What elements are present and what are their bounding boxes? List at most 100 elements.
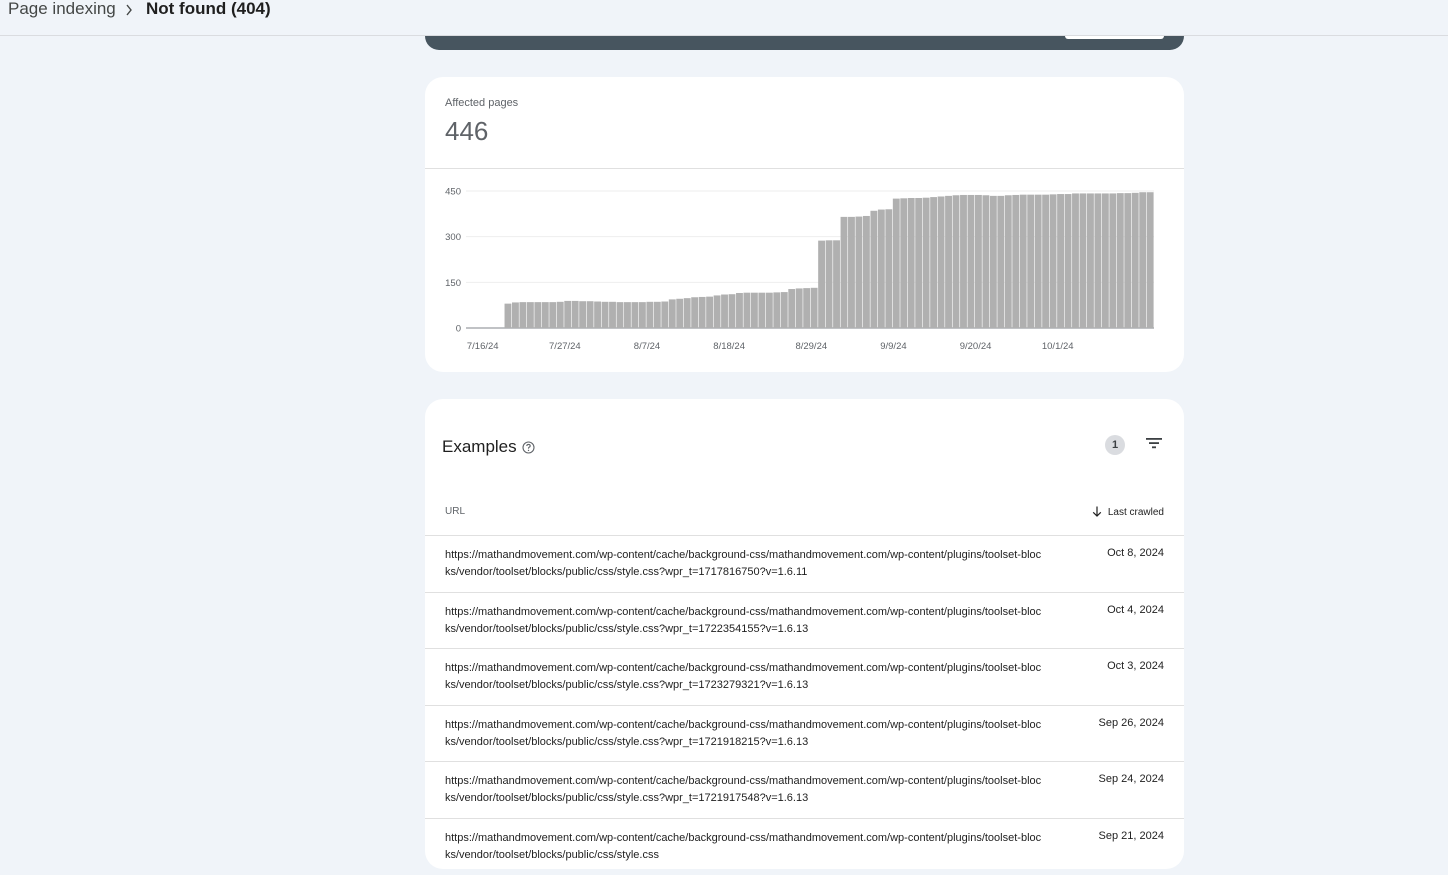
chart-bar — [907, 198, 915, 328]
chart-bar — [795, 288, 803, 328]
chart-bar — [519, 302, 527, 328]
chart-bar — [1019, 194, 1027, 328]
chart-bar — [1124, 193, 1132, 328]
chart-bar — [1109, 193, 1117, 328]
chart-bar — [624, 302, 631, 328]
chart-bar — [1057, 194, 1064, 328]
chart-bar — [616, 302, 624, 328]
chart-bar — [564, 300, 572, 328]
filter-icon[interactable] — [1145, 435, 1163, 451]
chart-bar — [780, 292, 788, 328]
chart-bar — [900, 198, 908, 328]
chart-bar — [541, 302, 549, 328]
x-tick-label: 7/27/24 — [549, 341, 581, 352]
row-last-crawled: Sep 24, 2024 — [1098, 773, 1164, 786]
chart-bar — [661, 301, 669, 328]
table-row[interactable]: https://mathandmovement.com/wp-content/c… — [425, 704, 1184, 762]
chart-bar — [534, 302, 542, 328]
chart-bar — [1042, 194, 1050, 328]
table-row[interactable]: https://mathandmovement.com/wp-content/c… — [425, 591, 1184, 649]
chart-bar — [840, 216, 848, 328]
column-header-last-crawled[interactable]: Last crawled — [1092, 506, 1164, 518]
row-last-crawled: Oct 4, 2024 — [1107, 603, 1164, 616]
chart-bar — [706, 296, 714, 328]
chart-bar — [773, 292, 781, 328]
chart-bar — [877, 209, 885, 328]
chart-bar — [892, 198, 900, 328]
row-url: https://mathandmovement.com/wp-content/c… — [445, 549, 1042, 578]
chart-bar — [646, 301, 654, 328]
chart-bar — [571, 300, 579, 328]
chart-bar — [974, 194, 982, 328]
chart-bar — [930, 197, 938, 328]
chart-bar — [601, 301, 609, 328]
examples-card: Examples 1 URL Last crawled https://math… — [425, 399, 1184, 869]
arrow-down-icon — [1092, 506, 1102, 517]
chart-bar — [1004, 195, 1012, 328]
chart-bar — [683, 298, 691, 328]
row-last-crawled: Oct 8, 2024 — [1107, 547, 1164, 559]
page-title: Not found (404) — [146, 0, 271, 18]
examples-table: https://mathandmovement.com/wp-content/c… — [425, 535, 1184, 875]
affected-pages-card: Affected pages 446 0 150 300 450 7/16/24 7/27… — [425, 77, 1184, 372]
chart-bar — [631, 302, 639, 328]
chart-bar — [1094, 193, 1102, 328]
row-last-crawled: Sep 21, 2024 — [1098, 829, 1164, 842]
breadcrumb-page-indexing-link[interactable]: Page indexing — [8, 0, 116, 19]
table-row[interactable]: https://mathandmovement.com/wp-content/c… — [425, 535, 1184, 592]
row-url: https://mathandmovement.com/wp-content/c… — [445, 605, 1042, 635]
last-crawled-label: Last crawled — [1107, 507, 1164, 518]
chart-bar — [1086, 193, 1094, 328]
chart-bar — [676, 298, 684, 328]
chart-bar — [668, 299, 676, 328]
chart-bar — [526, 302, 534, 328]
chart-bar — [743, 292, 751, 328]
chart-bar — [945, 195, 952, 328]
chart-bar — [750, 292, 758, 328]
x-tick-label: 8/18/24 — [713, 341, 745, 352]
chart-bar — [549, 302, 557, 328]
row-last-crawled: Oct 3, 2024 — [1107, 660, 1164, 673]
chart-bar — [885, 209, 893, 328]
chart-bar — [1027, 194, 1035, 328]
chart-bar — [1139, 192, 1147, 328]
chart-bar — [1034, 194, 1042, 328]
chart-bar — [638, 302, 646, 328]
y-tick-label: 0 — [456, 324, 461, 335]
chart-bar — [713, 295, 721, 328]
chart-bar — [870, 210, 878, 328]
chart-bar — [825, 240, 833, 328]
chart-bar — [1146, 192, 1154, 328]
x-tick-label: 8/29/24 — [795, 341, 827, 352]
banner-action-button[interactable] — [1065, 36, 1164, 39]
x-tick-label: 9/20/24 — [960, 341, 992, 352]
x-tick-label: 10/1/24 — [1042, 341, 1074, 352]
chart-bar — [855, 216, 863, 328]
column-header-url[interactable]: URL — [445, 506, 465, 517]
chart-bar — [1116, 193, 1124, 328]
row-url: https://mathandmovement.com/wp-content/c… — [445, 831, 1042, 861]
table-row[interactable]: https://mathandmovement.com/wp-content/c… — [425, 648, 1184, 705]
chart-bar — [609, 301, 616, 328]
chart-bar — [862, 215, 870, 328]
chart-bar — [691, 297, 699, 328]
affected-pages-chart[interactable]: 0 150 300 450 7/16/24 7/27/24 8/7/24 8/18/24 8/2… — [425, 77, 1184, 372]
chart-bar — [1012, 194, 1020, 328]
chart-bar — [736, 292, 743, 328]
chart-bar — [997, 195, 1005, 328]
chart-bar — [579, 301, 587, 328]
table-row[interactable]: https://mathandmovement.com/wp-content/c… — [425, 817, 1184, 875]
filter-count-badge: 1 — [1105, 435, 1125, 455]
chart-bar — [818, 240, 826, 328]
examples-title: Examples — [442, 437, 517, 456]
chart-bar — [653, 301, 661, 328]
table-row[interactable]: https://mathandmovement.com/wp-content/c… — [425, 761, 1184, 818]
x-tick-label: 9/9/24 — [880, 341, 906, 352]
chart-bar — [1064, 194, 1072, 328]
y-tick-label: 150 — [445, 278, 461, 289]
chart-bar — [765, 292, 773, 328]
help-icon[interactable] — [522, 441, 535, 454]
chart-bar — [937, 196, 945, 328]
chart-bar — [788, 289, 796, 328]
chart-bar — [922, 197, 930, 328]
